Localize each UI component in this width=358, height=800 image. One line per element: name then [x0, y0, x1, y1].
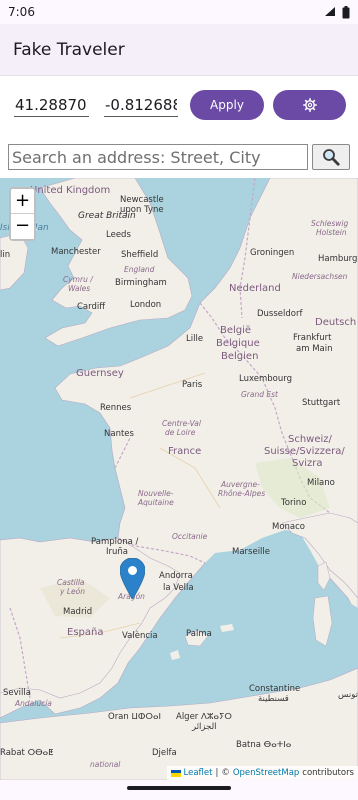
settings-button[interactable] — [273, 90, 346, 120]
status-time: 7:06 — [8, 5, 35, 19]
map-attribution: Leaflet | © OpenStreetMap contributors — [166, 766, 358, 780]
address-search-input[interactable] — [8, 144, 308, 170]
map-tiles — [0, 178, 358, 780]
status-bar: 7:06 — [0, 0, 358, 24]
search-button[interactable] — [312, 144, 350, 170]
openstreetmap-link[interactable]: OpenStreetMap — [233, 768, 299, 778]
magnifier-icon — [323, 149, 340, 166]
battery-icon — [342, 5, 350, 18]
attribution-contributors: contributors — [302, 768, 354, 778]
map-view[interactable]: United Kingdom Great Britain Newcastle u… — [0, 178, 358, 780]
app-title: Fake Traveler — [13, 39, 125, 60]
zoom-in-button[interactable]: + — [11, 189, 34, 214]
signal-icon — [325, 7, 335, 16]
zoom-out-button[interactable]: − — [11, 214, 34, 239]
attribution-copyright: © — [221, 768, 230, 778]
leaflet-link[interactable]: Leaflet — [184, 768, 213, 778]
navigation-bar — [0, 780, 358, 800]
longitude-input[interactable] — [104, 93, 178, 117]
home-gesture-handle[interactable] — [127, 786, 231, 790]
apply-button[interactable]: Apply — [190, 90, 264, 120]
attribution-separator: | — [215, 768, 219, 778]
gear-icon — [302, 98, 317, 112]
status-icons — [324, 5, 350, 19]
latitude-input[interactable] — [14, 93, 89, 117]
app-bar: Fake Traveler — [0, 24, 358, 76]
location-marker-icon[interactable] — [120, 558, 145, 599]
ukraine-flag-icon — [170, 769, 181, 777]
zoom-control: + − — [9, 187, 36, 241]
